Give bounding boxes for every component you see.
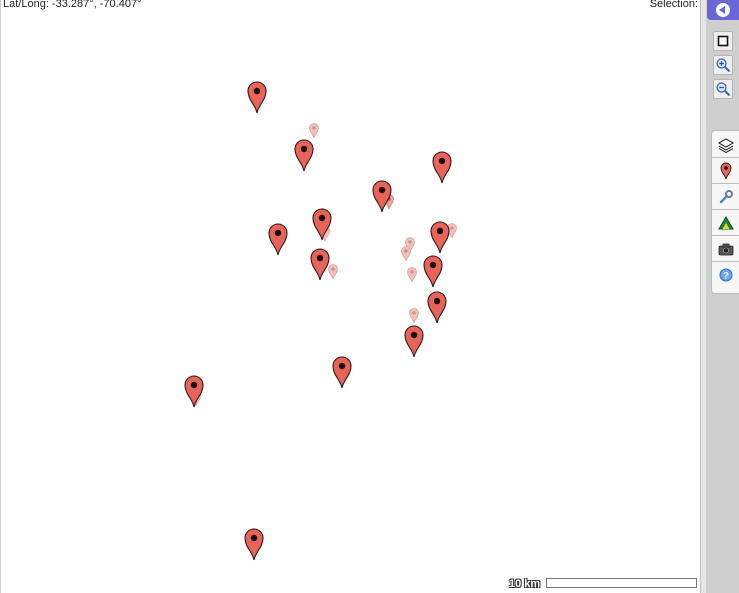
select-square-icon [717, 35, 729, 47]
selection-readout: Selection: [649, 0, 698, 10]
tab-layers[interactable] [712, 132, 739, 158]
select-square-button[interactable] [713, 31, 733, 51]
scale-label: 10 km [509, 578, 541, 590]
map-marker[interactable] [184, 375, 204, 408]
map-marker[interactable] [312, 208, 332, 241]
map-marker[interactable] [247, 81, 267, 114]
zoom-in-icon [716, 58, 731, 73]
tab-tools[interactable] [712, 184, 739, 210]
map-marker[interactable] [427, 291, 447, 324]
map-marker[interactable] [404, 325, 424, 358]
collapse-arrow-icon [716, 3, 730, 17]
map-canvas[interactable] [0, 0, 702, 593]
terrain-icon [717, 215, 734, 229]
zoom-out-button[interactable] [713, 79, 733, 99]
tab-camera[interactable] [712, 236, 739, 262]
layers-icon [717, 137, 734, 153]
help-icon: ? [719, 268, 732, 282]
placemark-icon [720, 162, 731, 179]
zoom-out-icon [716, 82, 731, 97]
svg-text:?: ? [723, 271, 729, 281]
faded-marker[interactable] [309, 123, 319, 139]
tab-terrain[interactable] [712, 210, 739, 236]
tab-help[interactable]: ? [712, 262, 739, 288]
latlong-readout: Lat/Long: -33.287°, -70.407° [3, 0, 142, 10]
camera-icon [718, 243, 733, 255]
scale-bar [546, 578, 697, 588]
map-marker[interactable] [423, 255, 443, 288]
zoom-in-button[interactable] [713, 55, 733, 75]
map-marker[interactable] [332, 356, 352, 389]
faded-marker[interactable] [409, 308, 419, 324]
toolbar-toggle-button[interactable] [707, 0, 739, 20]
map-marker[interactable] [310, 248, 330, 281]
map-marker[interactable] [268, 223, 288, 256]
faded-marker[interactable] [401, 246, 411, 262]
tab-placemarks[interactable] [712, 158, 739, 184]
map-marker[interactable] [294, 139, 314, 172]
wrench-icon [719, 189, 733, 203]
map-marker[interactable] [372, 180, 392, 213]
map-marker[interactable] [430, 221, 450, 254]
map-marker[interactable] [432, 151, 452, 184]
faded-marker[interactable] [407, 267, 417, 283]
map-marker[interactable] [244, 528, 264, 561]
